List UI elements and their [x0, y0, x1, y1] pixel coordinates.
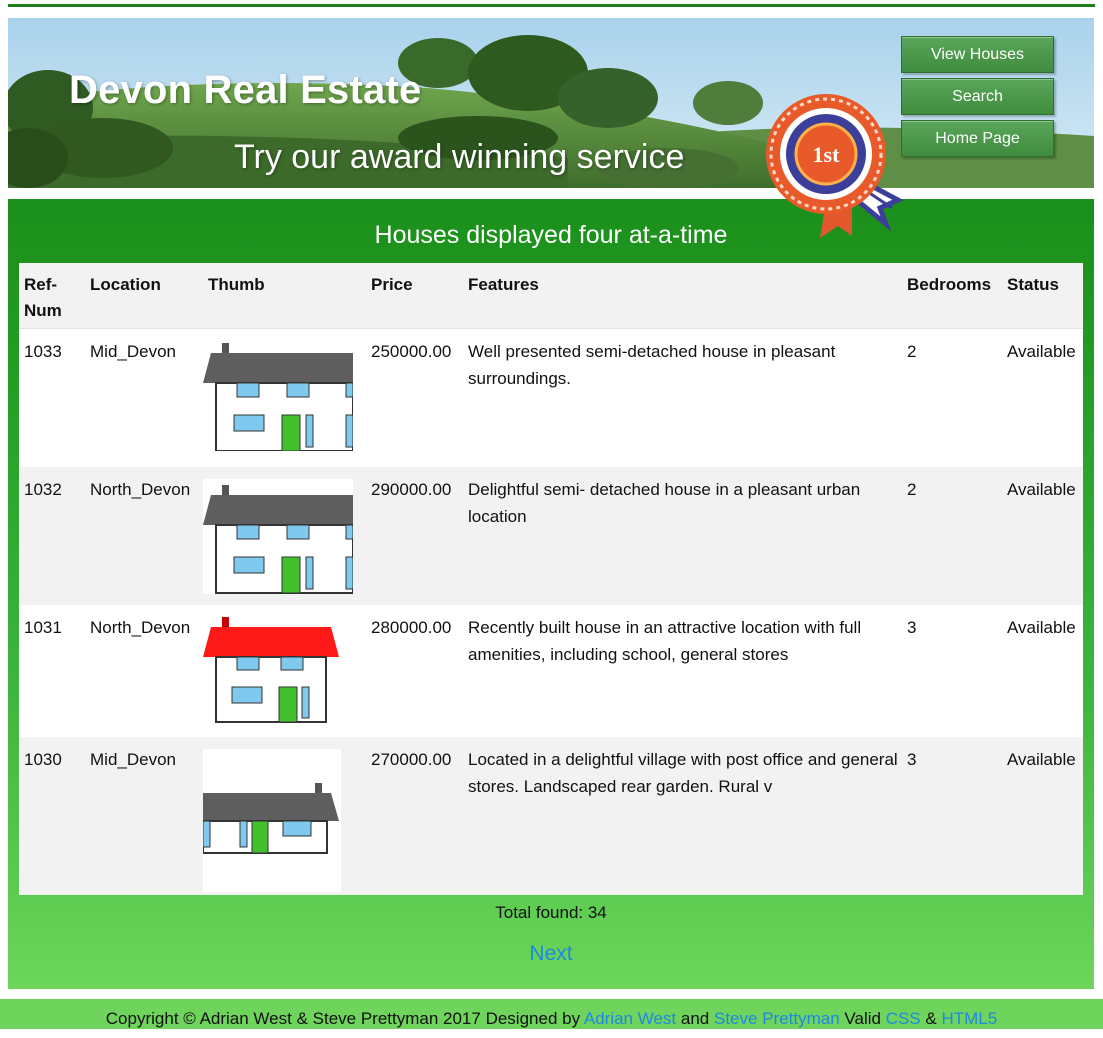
header-nav: View Houses Search Home Page: [901, 36, 1054, 162]
rosette-text: 1st: [813, 142, 841, 167]
house-thumbnail-image[interactable]: [203, 749, 341, 892]
price-cell: 250000.00: [366, 328, 463, 467]
price-cell: 290000.00: [366, 467, 463, 605]
column-header: Price: [366, 263, 463, 329]
bedrooms-cell: 3: [902, 605, 1002, 737]
house-thumbnail-image[interactable]: [203, 479, 353, 594]
thumb-cell: [203, 328, 366, 467]
column-header: Bedrooms: [902, 263, 1002, 329]
table-row: 1030 Mid_Devon 270000.00 Located in a de…: [19, 737, 1083, 895]
results-heading: Houses displayed four at-a-time: [374, 221, 728, 249]
houses-table: Ref-Num Location Thumb Price Features Be…: [19, 263, 1083, 895]
column-header: Ref-Num: [19, 263, 85, 329]
house-thumbnail-image[interactable]: [203, 341, 353, 451]
price-cell: 270000.00: [366, 737, 463, 895]
ref-num-cell: 1033: [19, 328, 85, 467]
total-found: Total found: 34: [495, 903, 607, 922]
column-header: Location: [85, 263, 203, 329]
status-cell: Available: [1002, 467, 1083, 605]
site-title: Devon Real Estate: [69, 68, 422, 112]
search-button[interactable]: Search: [901, 78, 1054, 115]
site-footer: Copyright © Adrian West & Steve Prettyma…: [0, 999, 1103, 1029]
css-validator-link[interactable]: CSS: [886, 1009, 921, 1028]
column-header: Status: [1002, 263, 1083, 329]
features-cell: Delightful semi- detached house in a ple…: [463, 467, 902, 605]
ref-num-cell: 1030: [19, 737, 85, 895]
author-link-adrian-west[interactable]: Adrian West: [584, 1009, 676, 1028]
table-row: 1032 North_Devon 290000.00 Delightful se…: [19, 467, 1083, 605]
footer-amp-text: &: [925, 1009, 937, 1028]
footer-and-text: and: [680, 1009, 710, 1028]
bedrooms-cell: 2: [902, 328, 1002, 467]
status-cell: Available: [1002, 605, 1083, 737]
ref-num-cell: 1031: [19, 605, 85, 737]
features-cell: Recently built house in an attractive lo…: [463, 605, 902, 737]
location-cell: Mid_Devon: [85, 328, 203, 467]
copyright-text: Copyright © Adrian West & Steve Prettyma…: [105, 1009, 581, 1028]
column-header: Thumb: [203, 263, 366, 329]
award-rosette-icon: 1st: [766, 94, 904, 238]
site-header: Devon Real Estate Try our award winning …: [8, 18, 1094, 188]
column-header: Features: [463, 263, 902, 329]
home-page-button[interactable]: Home Page: [901, 120, 1054, 157]
thumb-cell: [203, 605, 366, 737]
features-cell: Located in a delightful village with pos…: [463, 737, 902, 895]
footer-valid-text: Valid: [844, 1009, 881, 1028]
location-cell: North_Devon: [85, 605, 203, 737]
table-header-row: Ref-Num Location Thumb Price Features Be…: [19, 263, 1083, 329]
ref-num-cell: 1032: [19, 467, 85, 605]
thumb-cell: [203, 737, 366, 895]
features-cell: Well presented semi-detached house in pl…: [463, 328, 902, 467]
thumb-cell: [203, 467, 366, 605]
table-row: 1033 Mid_Devon 250000.00 Well presented: [19, 328, 1083, 467]
table-row: 1031 North_Devon 280000.00 Recently buil…: [19, 605, 1083, 737]
next-link[interactable]: Next: [8, 942, 1094, 966]
house-thumbnail-image[interactable]: [203, 617, 343, 725]
status-cell: Available: [1002, 328, 1083, 467]
view-houses-button[interactable]: View Houses: [901, 36, 1054, 73]
top-rule: [8, 4, 1095, 7]
status-cell: Available: [1002, 737, 1083, 895]
location-cell: Mid_Devon: [85, 737, 203, 895]
html5-validator-link[interactable]: HTML5: [941, 1009, 997, 1028]
bedrooms-cell: 2: [902, 467, 1002, 605]
tagline: Try our award winning service: [234, 138, 685, 176]
bedrooms-cell: 3: [902, 737, 1002, 895]
price-cell: 280000.00: [366, 605, 463, 737]
results-panel: Houses displayed four at-a-time Ref-Num …: [8, 199, 1094, 989]
location-cell: North_Devon: [85, 467, 203, 605]
author-link-steve-prettyman[interactable]: Steve Prettyman: [714, 1009, 840, 1028]
